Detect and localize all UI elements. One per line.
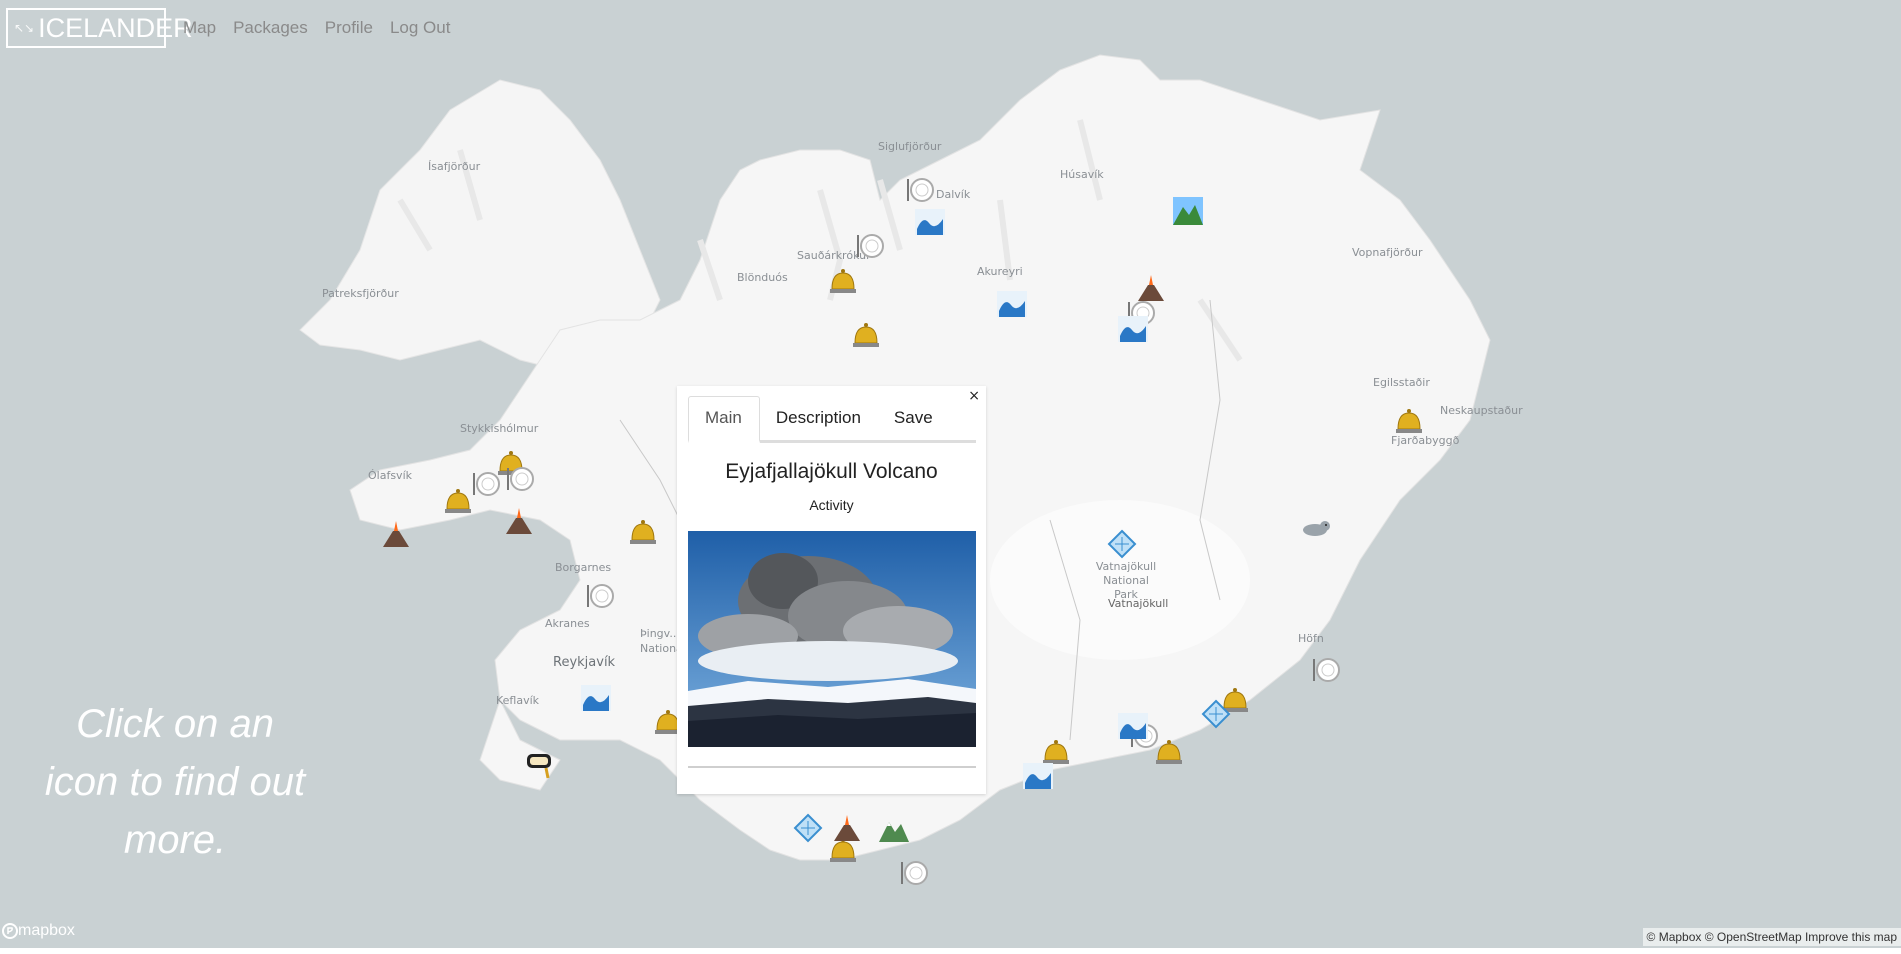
volcano-icon[interactable] [380, 518, 412, 550]
popup-type: Activity [809, 497, 854, 513]
place-label: Vatnajökull National Park [1095, 560, 1157, 601]
diving-mask-icon[interactable] [523, 748, 555, 780]
restaurant-plate-icon[interactable] [584, 580, 616, 612]
wave-icon[interactable] [580, 682, 612, 714]
tab-description[interactable]: Description [760, 408, 878, 440]
wave-icon[interactable] [1117, 313, 1149, 345]
nav-link-packages[interactable]: Packages [233, 18, 308, 38]
landscape-icon[interactable] [1172, 195, 1204, 227]
seal-icon[interactable] [1300, 512, 1332, 544]
place-label: Patreksfjörður [322, 287, 399, 300]
mapbox-icon [2, 923, 18, 939]
volcano-icon[interactable] [831, 812, 863, 844]
restaurant-plate-icon[interactable] [854, 230, 886, 262]
wave-icon[interactable] [996, 288, 1028, 320]
place-label: Ísafjörður [428, 160, 481, 173]
volcano-icon[interactable] [503, 505, 535, 537]
nav-link-logout[interactable]: Log Out [390, 18, 451, 38]
logo[interactable]: ↖↘ ICELANDER [6, 8, 193, 48]
mapbox-logo[interactable]: mapbox [2, 922, 75, 940]
tab-main[interactable]: Main [688, 396, 760, 443]
hotel-bell-icon[interactable] [1393, 404, 1425, 436]
map-hint-text: Click on an icon to find out more. [44, 702, 306, 862]
place-label: Reykjavík [553, 655, 616, 670]
logo-mark-icon: ↖↘ [14, 21, 35, 35]
wave-icon[interactable] [914, 206, 946, 238]
top-nav: ↖↘ ICELANDER Map Packages Profile Log Ou… [6, 8, 450, 48]
mapbox-text: mapbox [18, 922, 75, 939]
place-label: Akureyri [977, 265, 1023, 278]
nav-link-profile[interactable]: Profile [325, 18, 373, 38]
restaurant-plate-icon[interactable] [470, 468, 502, 500]
hotel-bell-icon[interactable] [850, 318, 882, 350]
place-label: Siglufjörður [878, 140, 942, 153]
tab-save[interactable]: Save [878, 408, 950, 440]
place-label: Ólafsvík [368, 469, 412, 482]
place-label: Keflavík [496, 694, 540, 707]
place-label: Akranes [545, 617, 590, 630]
place-label: Þingv... Nationa... [640, 627, 694, 655]
place-label: Vopnafjörður [1352, 246, 1423, 259]
place-label: Egilsstaðir [1373, 376, 1430, 389]
restaurant-plate-icon[interactable] [504, 463, 536, 495]
restaurant-plate-icon[interactable] [898, 857, 930, 889]
wave-icon[interactable] [1022, 760, 1054, 792]
ice-icon[interactable] [792, 812, 824, 844]
mountain-icon[interactable] [878, 814, 910, 846]
place-label: Stykkishólmur [460, 422, 539, 435]
location-popup: × Main Description Save Eyjafjallajökull… [677, 386, 986, 794]
map-attribution[interactable]: © Mapbox © OpenStreetMap Improve this ma… [1642, 928, 1901, 946]
wave-icon[interactable] [1117, 710, 1149, 742]
volcano-photo [688, 531, 976, 747]
place-label: Húsavík [1060, 168, 1104, 181]
place-label: Höfn [1298, 632, 1324, 645]
popup-divider [688, 766, 976, 768]
restaurant-plate-icon[interactable] [904, 174, 936, 206]
restaurant-plate-icon[interactable] [1310, 654, 1342, 686]
hotel-bell-icon[interactable] [827, 264, 859, 296]
hotel-bell-icon[interactable] [627, 515, 659, 547]
place-label: Borgarnes [555, 561, 612, 574]
ice-icon[interactable] [1106, 528, 1138, 560]
place-label: Neskaupstaður [1440, 404, 1523, 417]
place-label: Vatnajökull [1108, 597, 1169, 610]
nav-link-map[interactable]: Map [183, 18, 216, 38]
place-label: Blönduós [737, 271, 788, 284]
logo-text: ICELANDER [38, 12, 193, 43]
ice-icon[interactable] [1200, 698, 1232, 730]
place-label: Dalvík [936, 188, 971, 201]
popup-tabs: Main Description Save [688, 396, 976, 443]
volcano-icon[interactable] [1135, 272, 1167, 304]
popup-title: Eyjafjallajökull Volcano [725, 460, 938, 483]
